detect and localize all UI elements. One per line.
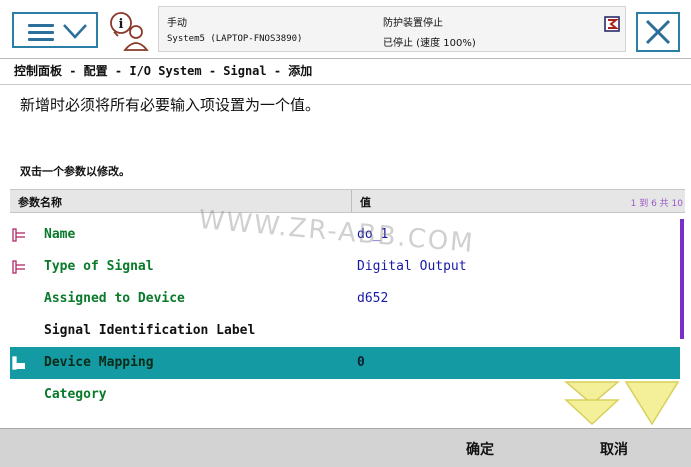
param-value: Digital Output [357, 259, 467, 274]
info-person-icon: i [110, 12, 149, 51]
svg-text:i: i [119, 17, 124, 32]
param-name: Category [44, 387, 107, 402]
bottom-bar: 确定 取消 [0, 428, 691, 467]
instruction-text: 新增时必须将所有必要输入项设置为一个值。 [20, 96, 321, 114]
scroll-down-button[interactable] [624, 380, 680, 426]
status-panel[interactable]: 手动 System5 (LAPTOP-FNOS3890) 防护装置停止 已停止 … [158, 6, 626, 52]
param-value: 0 [357, 355, 365, 370]
chevron-down-icon [63, 24, 87, 39]
column-header-value: 值 [360, 196, 371, 209]
page-info: 1 到 6 共 10 [630, 199, 683, 209]
table-header: 参数名称 值 1 到 6 共 10 [10, 189, 685, 213]
required-param-icon [12, 260, 25, 274]
table-row[interactable]: Type of Signal Digital Output [10, 251, 680, 283]
scrollbar[interactable] [680, 219, 684, 339]
param-name: Assigned to Device [44, 291, 185, 306]
param-name: Device Mapping [44, 355, 154, 370]
table-row-selected[interactable]: Device Mapping 0 [10, 347, 680, 379]
column-header-name: 参数名称 [18, 196, 62, 209]
hint-text: 双击一个参数以修改。 [20, 165, 130, 178]
system-name: System5 (LAPTOP-FNOS3890) [167, 34, 303, 44]
param-name: Name [44, 227, 76, 242]
param-name: Signal Identification Label [44, 323, 256, 338]
safety-status: 防护装置停止 [383, 18, 443, 29]
chevron-down-icon [624, 381, 680, 426]
table-row[interactable]: Assigned to Device d652 [10, 283, 680, 315]
controller-state: 已停止 (速度 100%) [383, 38, 476, 49]
param-value: d652 [357, 291, 389, 306]
required-param-icon [12, 228, 25, 242]
top-bar: i 手动 System5 (LAPTOP-FNOS3890) 防护装置停止 已停… [0, 0, 691, 59]
close-icon [645, 19, 671, 45]
hamburger-icon [28, 24, 54, 45]
close-button[interactable] [636, 12, 680, 52]
page-down-button[interactable] [564, 380, 620, 426]
cancel-button[interactable]: 取消 [600, 439, 628, 459]
column-divider [351, 190, 352, 212]
abb-menu-button[interactable] [12, 12, 98, 48]
run-status-icon [604, 16, 620, 32]
double-chevron-down-icon [564, 381, 620, 426]
divider [0, 84, 691, 85]
operating-mode: 手动 [167, 18, 187, 29]
event-log-icon[interactable]: i [108, 10, 152, 54]
table-row[interactable]: Signal Identification Label [10, 315, 680, 347]
edit-param-icon [12, 356, 25, 370]
ok-button[interactable]: 确定 [466, 439, 494, 459]
breadcrumb: 控制面板 - 配置 - I/O System - Signal - 添加 [14, 64, 313, 78]
param-name: Type of Signal [44, 259, 154, 274]
